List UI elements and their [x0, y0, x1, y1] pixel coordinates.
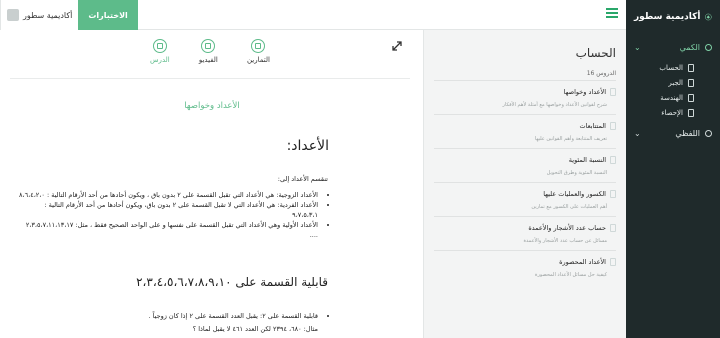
sidebar-section-label: اللفظي	[675, 128, 700, 138]
brand-name: أكاديمية سطور	[634, 12, 701, 22]
sidebar-item-arithmetic[interactable]: الحساب	[626, 60, 720, 75]
lesson-card[interactable]: الأعداد وخواصها شرح لقوانين الأعداد وخوا…	[434, 80, 616, 114]
list-item: الأعداد الأولية وهي الأعداد التي تقبل ال…	[18, 221, 318, 240]
document-icon	[688, 63, 694, 72]
sidebar-item-algebra[interactable]: الجبر	[626, 75, 720, 90]
chevron-down-icon: ⌄	[634, 42, 641, 52]
user-menu[interactable]: أكاديمية سطور	[0, 0, 79, 30]
document-icon	[610, 258, 616, 266]
tab-video[interactable]: الفيديو	[199, 39, 218, 73]
sidebar-item-label: الإحصاء	[661, 108, 683, 117]
sidebar-item-label: الحساب	[659, 63, 683, 72]
intro-text: تنقسم الأعداد إلى:	[277, 175, 328, 183]
sidebar-item-label: الهندسة	[660, 93, 683, 102]
lesson-desc: تعريف المتتابعة وأهم القوانين عليها	[534, 136, 607, 142]
sidebar-section-verbal[interactable]: اللفظي ⌄	[626, 120, 720, 146]
lesson-title: المتتابعات	[579, 122, 607, 130]
lesson-desc: شرح لقوانين الأعداد وخواصها مع أمثلة لأه…	[502, 102, 607, 108]
logo-icon	[705, 13, 712, 21]
header-actions: الاختبارات أكاديمية سطور	[0, 0, 138, 30]
document-icon	[610, 88, 616, 96]
section-dot-icon	[705, 43, 712, 51]
lesson-list-panel: الحساب الدروس 16 الأعداد وخواصها شرح لقو…	[424, 30, 626, 338]
video-icon	[201, 39, 216, 53]
lesson-desc: كيفية حل مسائل الأعداد المحصورة	[534, 272, 607, 278]
list-item: الأعداد الفردية: هي الأعداد التي لا تقبل…	[18, 201, 318, 220]
document-icon	[610, 224, 616, 232]
brand[interactable]: أكاديمية سطور	[626, 0, 720, 34]
tab-label: الفيديو	[198, 56, 218, 64]
lesson-card[interactable]: الأعداد المحصورة كيفية حل مسائل الأعداد …	[434, 250, 616, 284]
section-dot-icon	[705, 129, 712, 137]
section-heading: قابلية القسمة على ٢،٣،٤،٥،٦،٧،٨،٩،١٠	[136, 275, 328, 289]
document-icon	[610, 190, 616, 198]
lesson-body: قابلية القسمة على ٢: يقبل العدد القسمة ع…	[18, 310, 328, 336]
example-text: مثال: ٦٨٠، ٢٣٩٤ لكن العدد ٤٦١ لا يقبل لم…	[192, 325, 318, 333]
sidebar: أكاديمية سطور الكمي ⌄ الحساب الجبر الهند…	[626, 0, 720, 338]
avatar	[7, 9, 19, 21]
lesson-body: تنقسم الأعداد إلى: الأعداد الزوجية: هي ا…	[18, 175, 328, 241]
document-icon	[688, 108, 694, 117]
lesson-card[interactable]: الكسور والعمليات عليها أهم العمليات على …	[434, 182, 616, 216]
lessons-count: الدروس 16	[586, 70, 616, 77]
document-icon	[610, 122, 616, 130]
lesson-desc: النسبة المئوية وطرق التحويل	[546, 170, 607, 176]
tests-button[interactable]: الاختبارات	[78, 0, 138, 30]
list-item: الأعداد الزوجية: هي الأعداد التي تقبل ال…	[18, 191, 318, 201]
lesson-title: الأعداد المحصورة	[559, 258, 606, 266]
sidebar-item-statistics[interactable]: الإحصاء	[626, 105, 720, 120]
sidebar-section-quantitative[interactable]: الكمي ⌄	[626, 34, 720, 60]
content-tabs: التمارين الفيديو الدرس	[150, 39, 270, 73]
lesson-card[interactable]: المتتابعات تعريف المتتابعة وأهم القوانين…	[434, 114, 616, 148]
lesson-desc: مسائل عن حساب عدد الأشجار والأعمدة	[523, 238, 607, 244]
lesson-desc: أهم العمليات على الكسور مع تمارين	[531, 204, 607, 210]
tab-label: الدرس	[150, 56, 170, 64]
lesson-card[interactable]: النسبة المئوية النسبة المئوية وطرق التحو…	[434, 148, 616, 182]
document-icon	[688, 93, 694, 102]
section-heading: الأعداد:	[286, 138, 329, 154]
sidebar-item-geometry[interactable]: الهندسة	[626, 90, 720, 105]
top-bar: الاختبارات أكاديمية سطور	[0, 0, 626, 30]
lesson-title: الأعداد وخواصها	[184, 101, 240, 111]
lesson-icon	[152, 39, 167, 53]
expand-icon[interactable]	[392, 41, 402, 51]
lesson-title: الكسور والعمليات عليها	[543, 190, 606, 198]
tab-label: التمارين	[246, 56, 270, 64]
app-root: أكاديمية سطور الكمي ⌄ الحساب الجبر الهند…	[0, 0, 720, 338]
lesson-card[interactable]: حساب عدد الأشجار والأعمدة مسائل عن حساب …	[434, 216, 616, 250]
chevron-down-icon: ⌄	[634, 128, 641, 138]
user-name: أكاديمية سطور	[23, 10, 73, 20]
exercises-icon	[251, 39, 266, 53]
document-icon	[610, 156, 616, 164]
tab-exercises[interactable]: التمارين	[247, 39, 270, 73]
panel-title: الحساب	[575, 46, 616, 60]
divider	[10, 78, 410, 79]
lesson-title: حساب عدد الأشجار والأعمدة	[528, 224, 606, 232]
list-item: قابلية القسمة على ٢: يقبل العدد القسمة ع…	[18, 310, 319, 323]
lesson-title: النسبة المئوية	[568, 156, 606, 164]
sidebar-section-label: الكمي	[679, 42, 700, 52]
sidebar-item-label: الجبر	[668, 78, 683, 87]
lesson-content: التمارين الفيديو الدرس الأعداد وخواصها ا…	[0, 30, 424, 338]
menu-icon[interactable]	[606, 8, 618, 20]
tab-lesson[interactable]: الدرس	[150, 39, 170, 73]
document-icon	[688, 78, 694, 87]
lesson-title: الأعداد وخواصها	[563, 88, 606, 96]
